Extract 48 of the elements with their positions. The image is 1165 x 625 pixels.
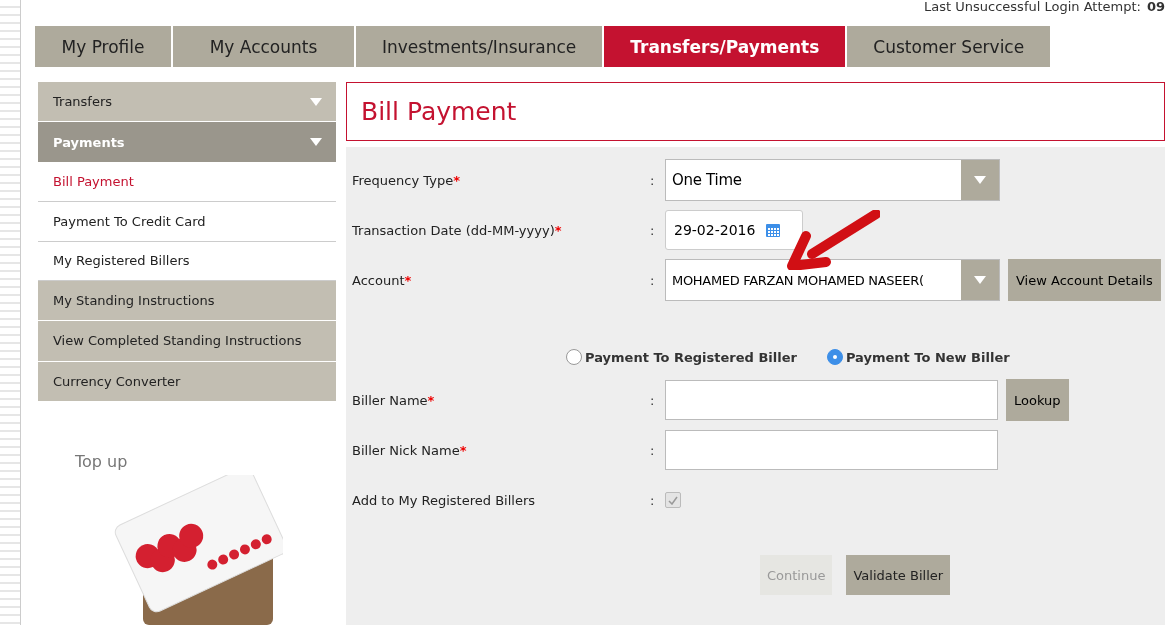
page-title: Bill Payment bbox=[361, 97, 517, 126]
action-button[interactable]: View Account Details bbox=[1008, 259, 1161, 301]
field-label: Biller Name bbox=[352, 392, 428, 408]
sidebar-section[interactable]: Transfers bbox=[38, 82, 336, 122]
date-field[interactable]: 29-02-2016 bbox=[665, 210, 803, 250]
radio-option[interactable]: Payment To Registered Biller bbox=[566, 349, 797, 365]
login-notice-value: 09 bbox=[1146, 0, 1165, 14]
field-label: Add to My Registered Billers bbox=[352, 492, 535, 508]
separator: : bbox=[650, 442, 656, 458]
dropdown[interactable]: MOHAMED FARZAN MOHAMED NASEER( bbox=[665, 259, 1000, 301]
sidebar-section[interactable]: My Standing Instructions bbox=[38, 280, 336, 321]
login-notice: Last Unsuccessful Login Attempt: bbox=[924, 0, 1141, 14]
promo-title: Top up bbox=[75, 452, 129, 471]
text-field[interactable] bbox=[665, 380, 998, 420]
required-mark: * bbox=[459, 442, 467, 458]
dropdown[interactable]: One Time bbox=[665, 159, 1000, 201]
separator: : bbox=[650, 392, 656, 408]
sidebar-section[interactable]: Currency Converter bbox=[38, 361, 336, 401]
separator: : bbox=[650, 172, 656, 188]
separator: : bbox=[650, 222, 656, 238]
field-label: Frequency Type bbox=[352, 172, 454, 188]
required-mark: * bbox=[427, 392, 435, 408]
radio-option[interactable]: Payment To New Biller bbox=[826, 349, 1010, 365]
field-label: Transaction Date (dd-MM-yyyy) bbox=[352, 222, 555, 238]
separator: : bbox=[650, 272, 656, 288]
required-mark: * bbox=[453, 172, 460, 188]
sidebar-section[interactable]: View Completed Standing Instructions bbox=[38, 321, 336, 361]
nav-tab[interactable]: My Accounts bbox=[173, 26, 354, 67]
nav-tab[interactable]: Transfers/Payments bbox=[604, 26, 846, 67]
separator: : bbox=[650, 492, 656, 508]
required-mark: * bbox=[554, 222, 562, 238]
required-mark: * bbox=[404, 272, 412, 288]
form-button[interactable]: Validate Biller bbox=[846, 555, 951, 595]
nav-tab[interactable]: My Profile bbox=[35, 26, 171, 67]
calendar-icon bbox=[765, 222, 782, 238]
field-label: Account bbox=[352, 272, 405, 288]
action-button[interactable]: Lookup bbox=[1006, 379, 1069, 421]
radio-button[interactable] bbox=[826, 349, 843, 365]
caret-icon bbox=[974, 276, 986, 284]
checkmark-icon bbox=[668, 495, 678, 505]
caret-icon bbox=[310, 97, 322, 106]
text-field[interactable] bbox=[665, 430, 998, 470]
nav-tab[interactable]: Customer Service bbox=[847, 26, 1051, 67]
field-label: Biller Nick Name bbox=[352, 442, 460, 458]
radio-button[interactable] bbox=[566, 349, 582, 365]
caret-icon bbox=[974, 176, 986, 184]
caret-icon bbox=[310, 138, 322, 147]
nav-tab[interactable]: Investments/Insurance bbox=[356, 26, 603, 67]
